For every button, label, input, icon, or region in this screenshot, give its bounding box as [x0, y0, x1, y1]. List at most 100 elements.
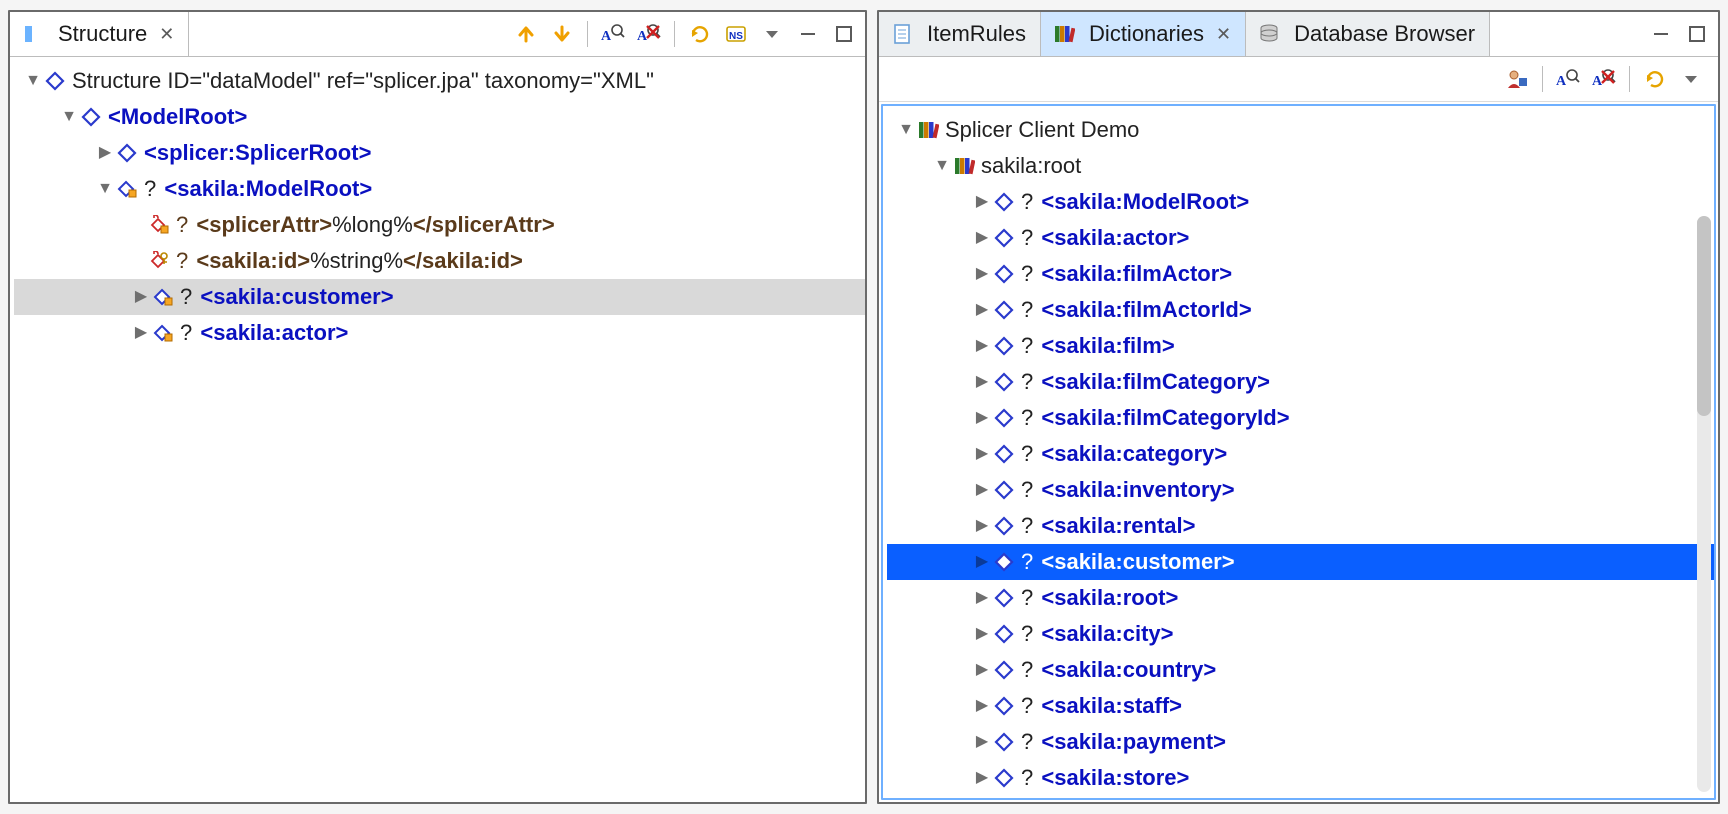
diamond-question-icon: [152, 286, 174, 308]
books-icon: [953, 155, 975, 177]
tree-item[interactable]: ▶? <sakila:rental>: [887, 508, 1714, 544]
up-arrow-icon[interactable]: [513, 21, 539, 47]
tree-item[interactable]: ▶? <sakila:film>: [887, 328, 1714, 364]
tree-item[interactable]: ▶ ? <sakila:actor>: [14, 315, 865, 351]
diamond-question-icon: [152, 322, 174, 344]
tree-item[interactable]: ▼ <ModelRoot>: [14, 99, 865, 135]
node-label: ? <sakila:filmCategoryId>: [1021, 406, 1290, 429]
tab-label: Structure: [58, 21, 147, 47]
tree-item[interactable]: ▶? <sakila:staff>: [887, 688, 1714, 724]
node-label: ? <sakila:root>: [1021, 586, 1178, 609]
right-top-toolbar: [1648, 12, 1718, 56]
tree-item[interactable]: ▶? <sakila:ModelRoot>: [887, 184, 1714, 220]
scrollbar[interactable]: [1697, 216, 1711, 792]
letters-magnifier-delete-icon[interactable]: [636, 21, 662, 47]
node-label: ? <sakila:category>: [1021, 442, 1227, 465]
tree-item[interactable]: ▶ <splicer:SplicerRoot>: [14, 135, 865, 171]
tree-item[interactable]: ▼ ? <sakila:ModelRoot>: [14, 171, 865, 207]
tree-root[interactable]: ▼ Splicer Client Demo: [887, 112, 1714, 148]
node-label: ? <sakila:country>: [1021, 658, 1216, 681]
tree-item-selected[interactable]: ▶ ? <sakila:customer>: [14, 279, 865, 315]
diamond-icon: [993, 767, 1015, 789]
right-toolbar: [879, 57, 1718, 102]
diamond-icon: [993, 335, 1015, 357]
tree-item[interactable]: ▶? <sakila:filmCategory>: [887, 364, 1714, 400]
refresh-icon[interactable]: [1642, 66, 1668, 92]
letters-magnifier-delete-icon[interactable]: [1591, 66, 1617, 92]
node-label: ? <sakila:actor>: [1021, 226, 1189, 249]
left-tabstrip: Structure ✕: [10, 12, 865, 57]
minimize-icon[interactable]: [795, 21, 821, 47]
tab-database-browser[interactable]: Database Browser: [1246, 12, 1490, 56]
close-icon[interactable]: ✕: [159, 24, 174, 45]
tree-item[interactable]: ▶? <sakila:actor>: [887, 220, 1714, 256]
down-arrow-icon[interactable]: [549, 21, 575, 47]
tab-itemrules[interactable]: ItemRules: [879, 12, 1041, 56]
tree-item[interactable]: ▶? <sakila:filmActorId>: [887, 292, 1714, 328]
node-label: ? <sakila:ModelRoot>: [1021, 190, 1249, 213]
node-label: ? <sakila:inventory>: [1021, 478, 1235, 501]
diamond-icon: [993, 263, 1015, 285]
namespace-icon[interactable]: [723, 21, 749, 47]
maximize-icon[interactable]: [831, 21, 857, 47]
diamond-icon: [80, 106, 102, 128]
tree-item[interactable]: ▶? <sakila:city>: [887, 616, 1714, 652]
tree-item[interactable]: ▼ sakila:root: [887, 148, 1714, 184]
root-label: Structure ID="dataModel" ref="splicer.jp…: [72, 69, 654, 92]
diamond-icon: [993, 227, 1015, 249]
tab-dictionaries[interactable]: Dictionaries ✕: [1041, 12, 1246, 56]
node-label: sakila:root: [981, 154, 1081, 177]
tree-item[interactable]: ▶? <sakila:country>: [887, 652, 1714, 688]
letters-magnifier-icon[interactable]: [1555, 66, 1581, 92]
node-label: ? <sakila:film>: [1021, 334, 1175, 357]
node-label: ? <sakila:filmCategory>: [1021, 370, 1270, 393]
attr-icon: [148, 214, 170, 236]
tree-item[interactable]: ▶? <sakila:inventory>: [887, 472, 1714, 508]
tree-item[interactable]: ▶? <sakila:store>: [887, 760, 1714, 796]
books-icon: [917, 119, 939, 141]
node-label: ? <sakila:staff>: [1021, 694, 1182, 717]
tree-item[interactable]: ? <sakila:id>%string%</sakila:id>: [14, 243, 865, 279]
minimize-icon[interactable]: [1648, 21, 1674, 47]
tree-item-selected[interactable]: ▶? <sakila:customer>: [887, 544, 1714, 580]
node-label: ? <sakila:ModelRoot>: [144, 177, 372, 200]
maximize-icon[interactable]: [1684, 21, 1710, 47]
tab-label: Dictionaries: [1089, 21, 1204, 47]
left-toolbar: [513, 12, 865, 56]
tree-item[interactable]: ▶? <sakila:filmCategoryId>: [887, 400, 1714, 436]
refresh-icon[interactable]: [687, 21, 713, 47]
diamond-icon: [993, 587, 1015, 609]
workspace: Structure ✕ ▼: [0, 0, 1728, 814]
document-icon: [891, 23, 913, 45]
view-menu-icon[interactable]: [759, 21, 785, 47]
letters-magnifier-icon[interactable]: [600, 21, 626, 47]
diamond-icon: [993, 551, 1015, 573]
tree-item[interactable]: ▶? <sakila:payment>: [887, 724, 1714, 760]
scroll-thumb[interactable]: [1697, 216, 1711, 416]
tree-item[interactable]: ? <splicerAttr>%long%</splicerAttr>: [14, 207, 865, 243]
dictionaries-pane: ItemRules Dictionaries ✕ Database Browse…: [877, 10, 1720, 804]
right-tree[interactable]: ▼ Splicer Client Demo ▼ sakila:root ▶? <…: [881, 104, 1716, 800]
diamond-icon: [116, 142, 138, 164]
node-label: ? <sakila:customer>: [180, 285, 394, 308]
books-icon: [1053, 23, 1075, 45]
tab-label: ItemRules: [927, 21, 1026, 47]
diamond-icon: [993, 623, 1015, 645]
diamond-icon: [44, 70, 66, 92]
left-tree[interactable]: ▼ Structure ID="dataModel" ref="splicer.…: [10, 57, 865, 802]
tree-root[interactable]: ▼ Structure ID="dataModel" ref="splicer.…: [14, 63, 865, 99]
tab-label: Database Browser: [1294, 21, 1475, 47]
tree-item[interactable]: ▶? <sakila:root>: [887, 580, 1714, 616]
node-label: ? <sakila:customer>: [1021, 550, 1235, 573]
tree-item[interactable]: ▶? <sakila:category>: [887, 436, 1714, 472]
tree-item[interactable]: ▶? <sakila:filmActor>: [887, 256, 1714, 292]
tab-structure[interactable]: Structure ✕: [10, 12, 189, 56]
diamond-icon: [993, 371, 1015, 393]
structure-pane: Structure ✕ ▼: [8, 10, 867, 804]
diamond-icon: [993, 299, 1015, 321]
database-icon: [1258, 23, 1280, 45]
user-icon[interactable]: [1504, 66, 1530, 92]
view-menu-icon[interactable]: [1678, 66, 1704, 92]
close-icon[interactable]: ✕: [1216, 24, 1231, 45]
diamond-icon: [993, 659, 1015, 681]
